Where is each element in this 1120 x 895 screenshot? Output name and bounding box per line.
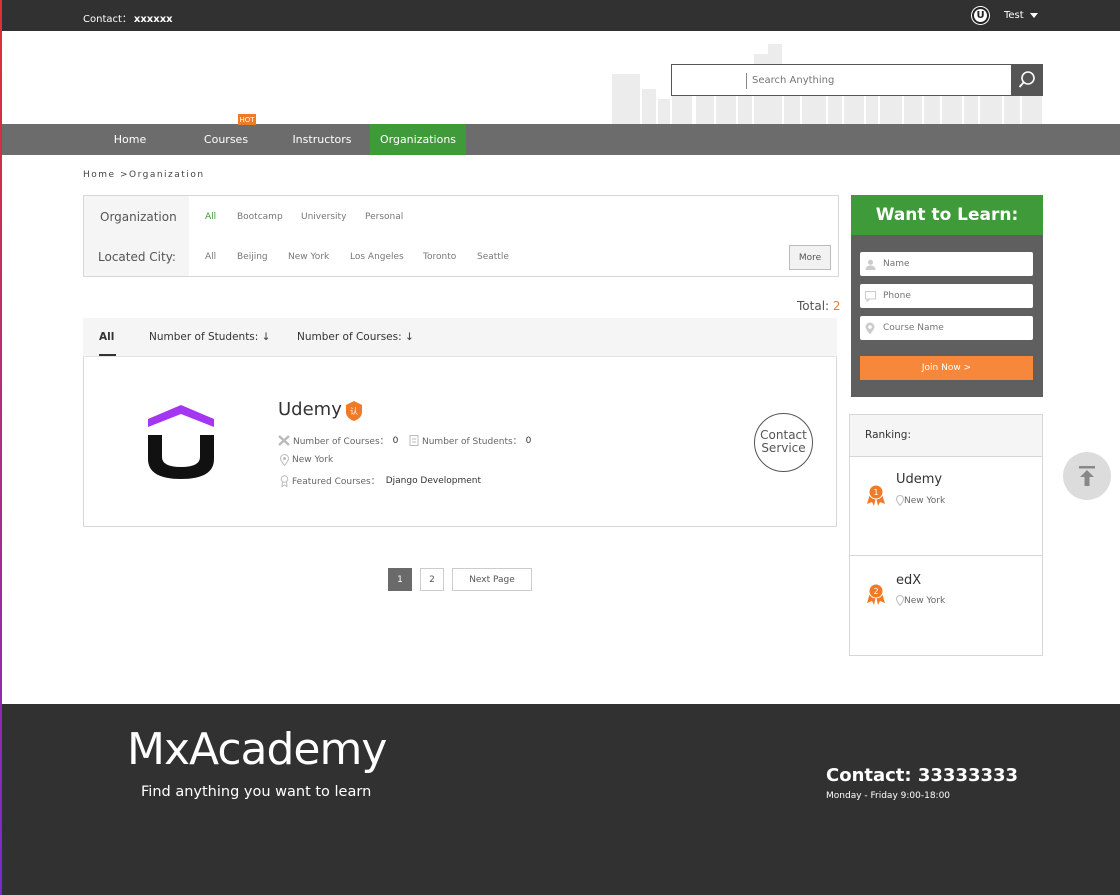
course-name-input[interactable] bbox=[883, 323, 1023, 333]
chat-icon bbox=[865, 290, 876, 302]
organization-city: New York bbox=[280, 454, 333, 466]
total-count: Total: 2 bbox=[797, 299, 841, 313]
search-input[interactable] bbox=[752, 71, 1002, 89]
ranking-title: Ranking: bbox=[850, 415, 1042, 457]
top-bar: Contact： xxxxxx U Test bbox=[0, 0, 1120, 31]
caret-down-icon[interactable] bbox=[1029, 13, 1038, 18]
breadcrumb-home[interactable]: Home bbox=[83, 170, 116, 180]
filter-city-beijing[interactable]: Beijing bbox=[237, 252, 268, 262]
footer-contact: Contact: 33333333 bbox=[826, 765, 1019, 786]
ranking-item[interactable]: 2 edX New York bbox=[850, 557, 1042, 656]
join-now-button[interactable]: Join Now > bbox=[860, 356, 1033, 380]
location-pin-icon bbox=[280, 454, 289, 466]
name-input[interactable] bbox=[883, 259, 1023, 269]
search-box bbox=[671, 64, 1043, 96]
ranking-item[interactable]: 1 Udemy New York bbox=[850, 457, 1042, 556]
nav-organizations[interactable]: Organizations bbox=[370, 124, 466, 155]
nav-courses[interactable]: Courses bbox=[178, 124, 274, 155]
filter-org-all[interactable]: All bbox=[205, 212, 216, 222]
ranking-org-city: New York bbox=[896, 495, 945, 506]
hot-badge: HOT bbox=[238, 114, 256, 125]
nav-home[interactable]: Home bbox=[82, 124, 178, 155]
rank-medal-icon: 2 bbox=[867, 583, 885, 605]
organization-name[interactable]: Udemy bbox=[278, 399, 342, 420]
organization-card: Udemy 认 Number of Courses： 0 Number of St… bbox=[83, 357, 837, 527]
document-icon bbox=[409, 435, 419, 446]
main-nav: Home Courses Instructors Organizations bbox=[0, 124, 1120, 155]
featured-course-link[interactable]: Django Development bbox=[386, 476, 481, 486]
certified-badge-icon: 认 bbox=[346, 401, 362, 421]
sort-all[interactable]: All bbox=[99, 331, 114, 343]
back-to-top-button[interactable] bbox=[1063, 452, 1111, 500]
filter-label-column bbox=[84, 196, 189, 276]
filter-org-bootcamp[interactable]: Bootcamp bbox=[237, 212, 283, 222]
ranking-org-name[interactable]: Udemy bbox=[896, 472, 942, 487]
rank-medal-icon: 1 bbox=[867, 484, 885, 506]
person-icon bbox=[865, 259, 876, 270]
filter-city-all[interactable]: All bbox=[205, 252, 216, 262]
udemy-logo[interactable] bbox=[148, 405, 214, 481]
phone-input[interactable] bbox=[883, 291, 1023, 301]
sort-by-students[interactable]: Number of Students: ↓ bbox=[149, 331, 270, 343]
sort-active-underline bbox=[99, 354, 116, 356]
page-2-button[interactable]: 2 bbox=[420, 568, 444, 591]
course-name-field[interactable] bbox=[860, 316, 1033, 340]
search-button[interactable] bbox=[1011, 65, 1042, 95]
total-value: 2 bbox=[832, 299, 841, 313]
filter-org-personal[interactable]: Personal bbox=[365, 212, 403, 222]
filter-panel: Organization All Bootcamp University Per… bbox=[83, 195, 839, 277]
filter-city-seattle[interactable]: Seattle bbox=[477, 252, 509, 262]
user-name[interactable]: Test bbox=[1004, 10, 1024, 21]
contact-value: xxxxxx bbox=[133, 14, 173, 25]
page-1-button[interactable]: 1 bbox=[388, 568, 412, 591]
footer-brand: MxAcademy bbox=[127, 724, 387, 775]
tools-icon bbox=[278, 435, 290, 446]
svg-text:2: 2 bbox=[873, 587, 878, 596]
top-contact: Contact： xxxxxx bbox=[83, 14, 173, 25]
footer-tagline: Find anything you want to learn bbox=[141, 784, 372, 800]
filter-org-label: Organization bbox=[100, 210, 177, 224]
nav-instructors[interactable]: Instructors bbox=[274, 124, 370, 155]
next-page-button[interactable]: Next Page bbox=[452, 568, 532, 591]
sort-by-courses[interactable]: Number of Courses: ↓ bbox=[297, 331, 414, 343]
location-pin-icon bbox=[865, 322, 875, 334]
sort-bar: All Number of Students: ↓ Number of Cour… bbox=[83, 318, 837, 357]
medal-icon bbox=[280, 474, 289, 487]
filter-city-toronto[interactable]: Toronto bbox=[423, 252, 456, 262]
want-to-learn-title: Want to Learn: bbox=[851, 195, 1043, 235]
user-menu[interactable]: U Test bbox=[972, 7, 1038, 24]
name-field[interactable] bbox=[860, 252, 1033, 276]
featured-courses: Featured Courses： Django Development bbox=[280, 474, 481, 487]
want-to-learn-form: Want to Learn: Join Now > bbox=[851, 195, 1043, 397]
breadcrumb-current: Organization bbox=[129, 170, 205, 180]
window-edge bbox=[0, 0, 2, 895]
phone-field[interactable] bbox=[860, 284, 1033, 308]
filter-city-los-angeles[interactable]: Los Angeles bbox=[350, 252, 404, 262]
filter-city-label: Located City: bbox=[98, 250, 176, 264]
more-button[interactable]: More bbox=[789, 245, 831, 270]
courses-count: Number of Courses： 0 bbox=[278, 434, 398, 447]
header bbox=[0, 31, 1120, 124]
ranking-panel: Ranking: 1 Udemy New York 2 edX New York bbox=[849, 414, 1043, 656]
search-icon[interactable] bbox=[1017, 70, 1037, 90]
ranking-org-name[interactable]: edX bbox=[896, 573, 921, 588]
breadcrumb: Home >Organization bbox=[83, 170, 205, 180]
filter-city-new-york[interactable]: New York bbox=[288, 252, 329, 262]
contact-service-button[interactable]: Contact Service bbox=[754, 413, 813, 472]
students-count: Number of Students： 0 bbox=[409, 434, 531, 447]
footer: MxAcademy Find anything you want to lear… bbox=[0, 704, 1120, 895]
search-divider bbox=[746, 73, 747, 89]
location-pin-icon bbox=[896, 595, 904, 606]
arrow-to-top-icon[interactable] bbox=[1077, 465, 1097, 487]
location-pin-icon bbox=[896, 495, 904, 506]
svg-text:认: 认 bbox=[350, 406, 358, 416]
svg-text:1: 1 bbox=[873, 488, 878, 497]
footer-hours: Monday - Friday 9:00-18:00 bbox=[826, 791, 951, 801]
user-avatar-icon[interactable]: U bbox=[972, 7, 989, 24]
filter-org-university[interactable]: University bbox=[301, 212, 346, 222]
ranking-org-city: New York bbox=[896, 595, 945, 606]
